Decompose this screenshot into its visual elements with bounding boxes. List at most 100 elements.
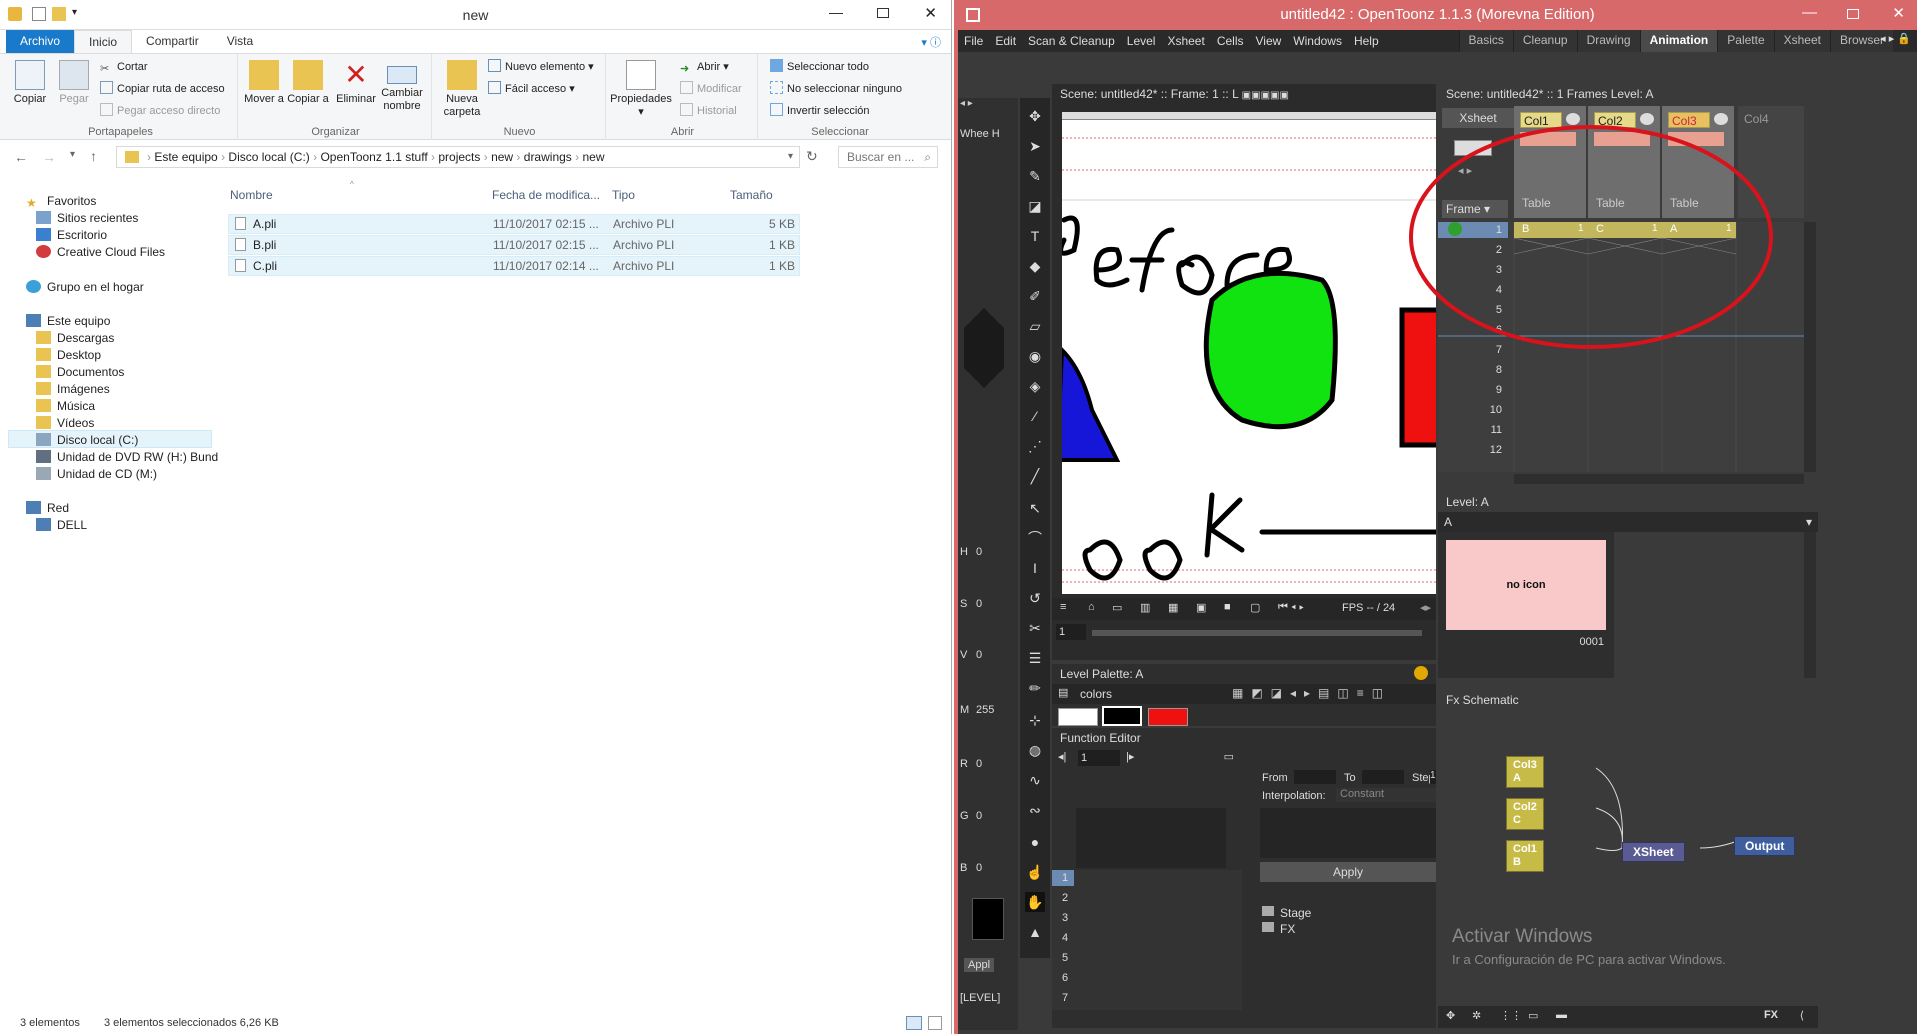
fill-tool-icon[interactable]: ◆: [1025, 256, 1045, 276]
zoom-tool-icon[interactable]: ∿: [1025, 770, 1045, 790]
nav-documents[interactable]: Documentos: [36, 363, 124, 381]
crumb-4[interactable]: new: [491, 150, 513, 164]
col-header-type[interactable]: Tipo: [612, 186, 635, 204]
magnet-tool-icon[interactable]: ⌒: [1025, 528, 1045, 548]
playback-controls-icon[interactable]: ⏮ ◂ ▸: [1278, 601, 1304, 614]
paint-brush-tool-icon[interactable]: ✐: [1025, 286, 1045, 306]
menu-scan-cleanup[interactable]: Scan & Cleanup: [1022, 34, 1121, 48]
style-chip-black[interactable]: [1102, 706, 1142, 726]
nav-local-disk[interactable]: Disco local (C:): [8, 430, 212, 448]
fps-stepper-icon[interactable]: ◂▸: [1420, 601, 1431, 614]
viewer-menu-icon[interactable]: ≡: [1060, 601, 1066, 613]
tab-compartir[interactable]: Compartir: [132, 30, 213, 53]
file-row[interactable]: B.pli 11/10/2017 02:15 ... Archivo PLI 1…: [228, 235, 800, 255]
viewer-frame-slider[interactable]: [1092, 630, 1422, 636]
room-palette[interactable]: Palette: [1717, 30, 1774, 52]
rgb-picker-tool-icon[interactable]: ⁄: [1025, 406, 1045, 426]
style-nav-icon[interactable]: ◂ ▸: [960, 98, 973, 109]
drawing-canvas[interactable]: [1062, 120, 1436, 594]
palette-lock-icon[interactable]: [1414, 666, 1428, 680]
bg-checker-icon[interactable]: ▢: [1250, 601, 1260, 614]
menu-level[interactable]: Level: [1121, 34, 1162, 48]
fx-node-col2[interactable]: Col2 C: [1506, 798, 1544, 830]
nav-homegroup[interactable]: Grupo en el hogar: [26, 278, 144, 296]
fit-window-icon[interactable]: ✥: [1446, 1009, 1455, 1022]
nav-desktop-fav[interactable]: Escritorio: [36, 226, 107, 244]
col-header-date[interactable]: Fecha de modifica...: [492, 186, 600, 204]
minimize-icon[interactable]: —: [829, 4, 843, 20]
selection-tool-icon[interactable]: ➤: [1025, 136, 1045, 156]
menu-help[interactable]: Help: [1348, 34, 1385, 48]
type-tool-icon[interactable]: T: [1025, 226, 1045, 246]
crumb-3[interactable]: projects: [438, 150, 480, 164]
new-item-button[interactable]: Nuevo elemento ▾: [488, 58, 594, 76]
geometric-tool-icon[interactable]: ◪: [1025, 196, 1045, 216]
select-none-button[interactable]: No seleccionar ninguno: [770, 80, 902, 98]
nav-favorites[interactable]: ★ Favoritos: [26, 192, 96, 210]
help-icon[interactable]: ▾ ⓘ: [911, 30, 951, 53]
r-value[interactable]: 0: [976, 758, 982, 770]
xsheet-hscrollbar[interactable]: [1514, 474, 1804, 484]
grid-icon[interactable]: ▦: [1168, 601, 1178, 614]
b-value[interactable]: 0: [976, 862, 982, 874]
style-picker-tool-icon[interactable]: ◈: [1025, 376, 1045, 396]
bender-tool-icon[interactable]: I: [1025, 558, 1045, 578]
otz-minimize-icon[interactable]: —: [1802, 4, 1817, 21]
paste-button[interactable]: Pegar: [52, 60, 96, 106]
brush-tool-icon[interactable]: ✎: [1025, 166, 1045, 186]
nav-images[interactable]: Imágenes: [36, 380, 110, 398]
skeleton-tool-icon[interactable]: ☰: [1025, 648, 1045, 668]
move-to-button[interactable]: Mover a: [242, 60, 286, 106]
bg-white-icon[interactable]: ▣: [1196, 601, 1206, 614]
palette-tool-icons[interactable]: ▦◩◪◂▸▤◫≡◫: [1232, 686, 1391, 700]
room-xsheet[interactable]: Xsheet: [1773, 30, 1830, 52]
col-header-size[interactable]: Tamaño: [730, 186, 773, 204]
preview-icon[interactable]: ▭: [1112, 601, 1122, 614]
copy-path-button[interactable]: Copiar ruta de acceso: [100, 80, 225, 98]
hand-tool-icon[interactable]: ✋: [1025, 892, 1045, 912]
bg-black-icon[interactable]: ■: [1224, 601, 1231, 613]
file-row[interactable]: A.pli 11/10/2017 02:15 ... Archivo PLI 5…: [228, 214, 800, 234]
style-chip-red[interactable]: [1148, 708, 1188, 726]
subcamera-icon[interactable]: ▥: [1140, 601, 1150, 614]
select-all-button[interactable]: Seleccionar todo: [770, 58, 869, 76]
cutter-tool-icon[interactable]: ✂: [1025, 618, 1045, 638]
level-frame-cell[interactable]: no icon 0001: [1438, 532, 1614, 678]
eraser-tool-icon[interactable]: ▱: [1025, 316, 1045, 336]
menu-file[interactable]: File: [958, 34, 989, 48]
menu-view[interactable]: View: [1249, 34, 1287, 48]
easy-access-button[interactable]: Fácil acceso ▾: [488, 80, 575, 98]
properties-button[interactable]: Propiedades ▾: [610, 60, 672, 119]
m-value[interactable]: 255: [976, 704, 994, 716]
crumb-1[interactable]: Disco local (C:): [228, 150, 309, 164]
col-header-name[interactable]: Nombre: [230, 186, 273, 204]
fe-frame-field[interactable]: 1: [1078, 750, 1120, 766]
address-dropdown-icon[interactable]: ▾: [788, 147, 793, 167]
minimize-nodes-icon[interactable]: ▬: [1556, 1009, 1567, 1021]
iron-tool-icon[interactable]: ↺: [1025, 588, 1045, 608]
copy-to-button[interactable]: Copiar a: [286, 60, 330, 106]
details-view-icon[interactable]: [906, 1016, 922, 1030]
crumb-5[interactable]: drawings: [524, 150, 572, 164]
focus-current-icon[interactable]: ✲: [1472, 1009, 1481, 1022]
fe-from-field[interactable]: [1294, 770, 1336, 784]
nav-ccfiles[interactable]: Creative Cloud Files: [36, 243, 165, 261]
output-port-icon[interactable]: ⟨: [1800, 1009, 1804, 1022]
toolbar-collapse-icon[interactable]: ▲: [1025, 922, 1045, 942]
fx-node-xsheet[interactable]: XSheet: [1622, 842, 1685, 862]
rotate-tool-icon[interactable]: ∾: [1025, 800, 1045, 820]
menu-xsheet[interactable]: Xsheet: [1161, 34, 1210, 48]
fe-apply-button[interactable]: Apply: [1260, 862, 1436, 882]
magnifier-tool-icon[interactable]: ●: [1025, 832, 1045, 852]
pinch-tool-icon[interactable]: ╱: [1025, 466, 1045, 486]
fe-tree-stage[interactable]: Stage: [1280, 906, 1311, 920]
nav-dell[interactable]: DELL: [36, 516, 87, 534]
menu-edit[interactable]: Edit: [989, 34, 1022, 48]
nav-cd[interactable]: Unidad de CD (M:): [36, 465, 157, 483]
invert-selection-button[interactable]: Invertir selección: [770, 102, 870, 120]
color-wheel[interactable]: [964, 308, 1004, 388]
paste-shortcut-button[interactable]: Pegar acceso directo: [100, 102, 220, 120]
otz-close-icon[interactable]: ✕: [1892, 4, 1905, 22]
apply-style-button[interactable]: Appl: [964, 958, 995, 972]
style-chip-white[interactable]: [1058, 708, 1098, 726]
